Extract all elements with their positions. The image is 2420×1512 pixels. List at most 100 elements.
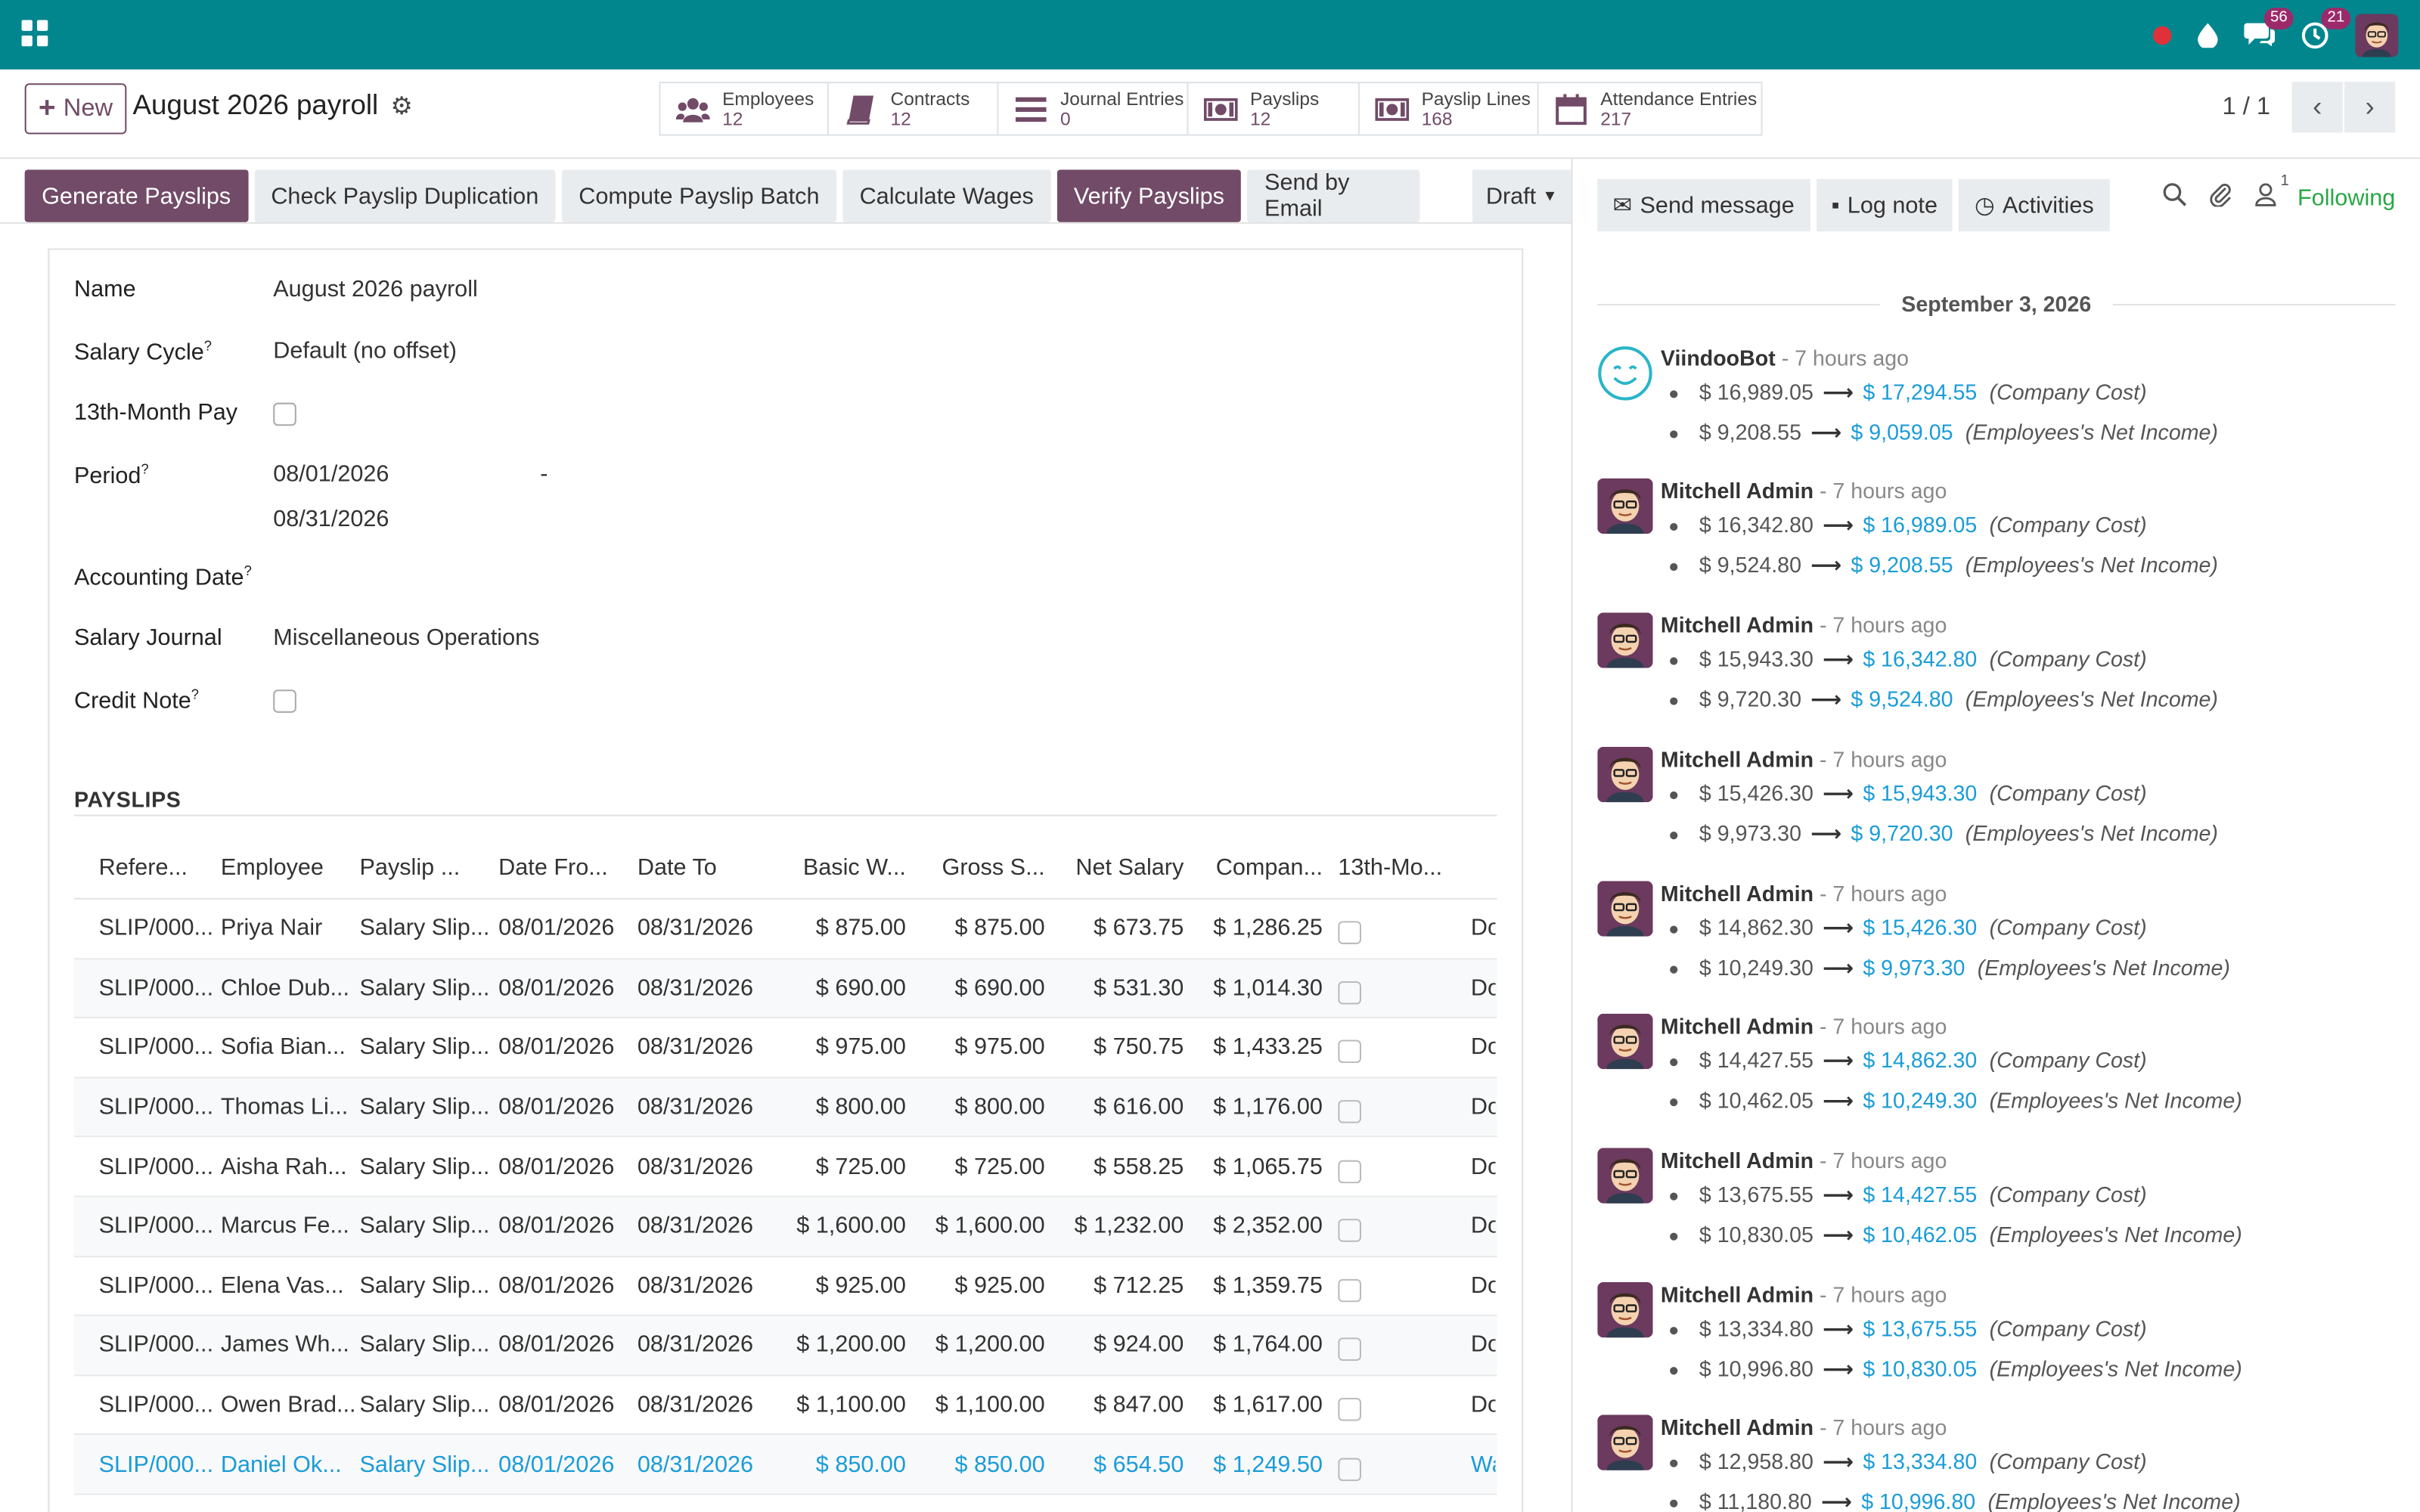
table-row[interactable]: SLIP/000... Marcus Fe... Salary Slip... 08/…	[73, 1197, 1497, 1257]
author-name[interactable]: Mitchell Admin	[1661, 1282, 1813, 1307]
author-name[interactable]: Mitchell Admin	[1661, 479, 1813, 503]
verify-payslips-button[interactable]: Verify Payslips	[1056, 169, 1242, 222]
table-row[interactable]: SLIP/000... Thomas Li... Salary Slip... 08/…	[73, 1078, 1497, 1138]
payslip-lines-smart-button[interactable]: Payslip Lines 168	[1360, 83, 1539, 135]
author-name[interactable]: ViindooBot	[1661, 345, 1776, 370]
author-name[interactable]: Mitchell Admin	[1661, 1148, 1813, 1173]
column-header[interactable]: 13th-Mo...	[1332, 855, 1471, 881]
author-name[interactable]: Mitchell Admin	[1661, 747, 1813, 772]
app-menu-icon[interactable]	[21, 20, 48, 47]
row-checkbox[interactable]	[1338, 1398, 1361, 1421]
column-header[interactable]: Payslip ...	[360, 855, 499, 881]
chevron-right-icon[interactable]: ›	[2344, 82, 2396, 133]
arrow-right-icon: ⟶	[1810, 686, 1842, 711]
generate-payslips-button[interactable]: Generate Payslips	[24, 169, 248, 222]
row-checkbox[interactable]	[1338, 1278, 1361, 1303]
avatar[interactable]	[1597, 881, 1653, 937]
followers-button[interactable]: 1	[2254, 173, 2289, 215]
table-row[interactable]: SLIP/000... Owen Brad... Salary Slip... 08/…	[73, 1376, 1497, 1436]
avatar[interactable]	[1597, 1414, 1653, 1470]
row-checkbox[interactable]	[1338, 981, 1361, 1005]
following-button[interactable]: Following	[2297, 185, 2395, 212]
chat-messages-icon[interactable]: 56	[2244, 8, 2294, 48]
recording-indicator-icon[interactable]	[2152, 25, 2172, 45]
bot-avatar[interactable]	[1597, 345, 1652, 401]
new-button[interactable]: + New	[24, 83, 127, 135]
row-checkbox[interactable]	[1338, 1040, 1361, 1064]
table-row[interactable]: SLIP/000... Elena Vas... Salary Slip... 08/…	[73, 1256, 1497, 1317]
table-row[interactable]: SLIP/000... Daniel Ok... Salary Slip... 08/…	[73, 1435, 1497, 1495]
activity-clock-icon[interactable]: 21	[2301, 7, 2351, 49]
send-by-email-button[interactable]: Send by Email	[1247, 169, 1421, 222]
employees-smart-button[interactable]: Employees 12	[660, 83, 829, 135]
avatar[interactable]	[1597, 478, 1653, 534]
period-from-field[interactable]: 08/01/2026	[273, 461, 389, 488]
journal-entries-smart-button[interactable]: Journal Entries 0	[998, 83, 1189, 135]
status-cell: Wa	[1470, 1451, 1496, 1478]
row-checkbox[interactable]	[1338, 1219, 1361, 1243]
pager-value[interactable]: 1 / 1	[2222, 93, 2270, 121]
payslips-smart-button[interactable]: Payslips 12	[1188, 83, 1360, 135]
status-cell: Do	[1470, 974, 1496, 1002]
avatar[interactable]	[1597, 1281, 1653, 1338]
author-name[interactable]: Mitchell Admin	[1661, 612, 1813, 637]
avatar[interactable]	[1597, 612, 1653, 668]
field-name: (Company Cost)	[1989, 1315, 2147, 1341]
avatar[interactable]	[1597, 1148, 1653, 1204]
table-cell: $ 875.00	[815, 915, 906, 942]
attendance-entries-smart-button[interactable]: Attendance Entries 217	[1539, 83, 1761, 134]
activity-count-badge: 21	[2321, 7, 2351, 29]
avatar[interactable]	[1597, 1013, 1653, 1070]
author-name[interactable]: Mitchell Admin	[1661, 1414, 1813, 1439]
message-time: - 7 hours ago	[1819, 1281, 1947, 1307]
column-header[interactable]: Basic W...	[777, 855, 916, 881]
row-checkbox[interactable]	[1338, 1457, 1361, 1481]
status-dropdown[interactable]: Draft ▼	[1472, 169, 1571, 222]
row-checkbox[interactable]	[1338, 1100, 1361, 1123]
top-navbar: 56 21	[0, 0, 2420, 70]
activities-button[interactable]: ◷ Activities	[1959, 178, 2110, 232]
contracts-smart-button[interactable]: Contracts 12	[829, 83, 999, 135]
gear-icon[interactable]: ⚙	[391, 90, 413, 121]
droplet-icon[interactable]	[2198, 22, 2218, 48]
salary-cycle-field[interactable]: Default (no offset)	[273, 338, 457, 364]
salary-journal-field[interactable]: Miscellaneous Operations	[273, 625, 539, 652]
column-header[interactable]: Date To	[638, 855, 777, 881]
log-note-button[interactable]: ▪ Log note	[1816, 178, 1953, 232]
check-payslip-duplication-button[interactable]: Check Payslip Duplication	[253, 169, 556, 222]
send-message-button[interactable]: ✉ Send message	[1597, 178, 1810, 232]
column-header[interactable]: Date Fro...	[498, 855, 638, 881]
avatar[interactable]	[1597, 746, 1653, 803]
author-name[interactable]: Mitchell Admin	[1661, 1014, 1813, 1039]
arrow-right-icon: ⟶	[1810, 552, 1842, 578]
compute-payslip-batch-button[interactable]: Compute Payslip Batch	[561, 169, 836, 222]
user-avatar[interactable]	[2355, 13, 2399, 57]
column-header[interactable]: Compan...	[1193, 855, 1333, 881]
table-cell: $ 925.00	[954, 1272, 1045, 1300]
table-row[interactable]: SLIP/000... James Wh... Salary Slip... 08/0…	[73, 1316, 1497, 1376]
new-value: $ 10,462.05	[1863, 1222, 1978, 1247]
table-row[interactable]: SLIP/000... Aisha Rah... Salary Slip... 08/…	[73, 1138, 1497, 1198]
column-header[interactable]: Employee	[221, 855, 360, 881]
table-cell: SLIP/000...	[98, 1153, 214, 1180]
table-row[interactable]: SLIP/000... Priya Nair Salary Slip... 08/01…	[73, 900, 1497, 959]
row-checkbox[interactable]	[1338, 921, 1361, 945]
author-name[interactable]: Mitchell Admin	[1661, 881, 1813, 906]
credit-note-checkbox[interactable]	[273, 689, 296, 713]
row-checkbox[interactable]	[1338, 1338, 1361, 1362]
column-header[interactable]: Gross S...	[915, 855, 1054, 881]
calculate-wages-button[interactable]: Calculate Wages	[842, 169, 1051, 222]
row-checkbox[interactable]	[1338, 1160, 1361, 1183]
period-to-field[interactable]: 08/31/2026	[273, 506, 389, 532]
column-header[interactable]: Refere...	[74, 855, 221, 881]
paperclip-icon[interactable]	[2208, 182, 2233, 215]
smart-button-label: Payslips	[1250, 87, 1320, 109]
table-row[interactable]: SLIP/000... Chloe Dub... Salary Slip... 08/…	[73, 959, 1497, 1019]
column-header[interactable]: Net Salary	[1054, 855, 1193, 881]
table-row[interactable]: SLIP/000... Sofia Bian... Salary Slip... 08…	[73, 1018, 1497, 1079]
accounting-date-field[interactable]	[273, 563, 582, 594]
chevron-left-icon[interactable]: ‹	[2291, 82, 2343, 133]
search-icon[interactable]	[2161, 182, 2186, 215]
name-field[interactable]: August 2026 payroll	[273, 276, 478, 302]
thirteenth-month-checkbox[interactable]	[273, 402, 296, 426]
